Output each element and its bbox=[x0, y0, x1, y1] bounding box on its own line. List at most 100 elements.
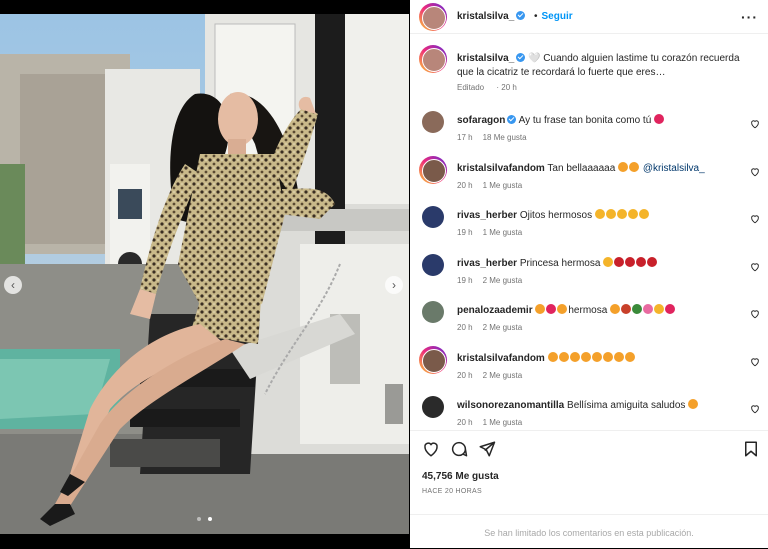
commenter-avatar[interactable] bbox=[422, 348, 446, 373]
emoji-icon bbox=[616, 209, 627, 219]
white-heart-icon: 🤍 bbox=[528, 53, 541, 64]
emoji-icon bbox=[629, 161, 640, 172]
emoji-icon bbox=[636, 256, 647, 267]
caption-username[interactable]: kristalsilva_ bbox=[457, 53, 514, 64]
verified-badge-icon bbox=[516, 11, 526, 20]
emoji-icon bbox=[624, 351, 635, 362]
carousel-dot bbox=[197, 517, 202, 521]
follow-button[interactable]: • Seguir bbox=[534, 11, 573, 22]
comment-time: 20 h bbox=[457, 370, 473, 380]
emoji-icon bbox=[603, 256, 614, 267]
emoji-icon bbox=[605, 209, 616, 219]
emoji-icon bbox=[602, 351, 613, 362]
caption-avatar[interactable] bbox=[422, 48, 446, 72]
commenter-username[interactable]: kristalsilvafandom bbox=[457, 163, 545, 174]
mention-link[interactable]: @kristalsilva_ bbox=[643, 163, 705, 174]
comment-body: Bellísima amiguita saludos bbox=[567, 400, 686, 411]
emoji-icon bbox=[591, 351, 602, 362]
emoji-icon bbox=[569, 351, 580, 362]
comment-item: kristalsilvafandom Tan bellaaaaaa @krist… bbox=[410, 155, 768, 204]
emoji-icon bbox=[632, 304, 643, 314]
commenter-username[interactable]: rivas_herber bbox=[457, 210, 517, 221]
emoji-icon bbox=[638, 209, 649, 219]
comment-heart-icon[interactable] bbox=[750, 167, 760, 177]
comment-heart-icon[interactable] bbox=[750, 262, 760, 272]
commenter-avatar[interactable] bbox=[422, 206, 444, 228]
comment-time: 17 h bbox=[457, 133, 473, 142]
comment-text: wilsonorezanomantilla Bellísima amiguita… bbox=[457, 399, 742, 412]
comment-heart-icon[interactable] bbox=[750, 214, 760, 224]
emoji-icon bbox=[654, 114, 665, 124]
emoji-icon bbox=[654, 304, 665, 314]
comment-likes[interactable]: 2 Me gusta bbox=[483, 323, 523, 332]
emoji-icon bbox=[610, 304, 621, 314]
heart-icon[interactable] bbox=[422, 440, 440, 458]
post-caption: kristalsilva_ 🤍 Cuando alguien lastime t… bbox=[410, 34, 768, 100]
comment-meta: 20 h 2 Me gusta bbox=[457, 371, 532, 380]
post-header: kristalsilva_ • Seguir ··· bbox=[410, 0, 768, 34]
commenter-avatar[interactable] bbox=[422, 158, 446, 183]
emoji-icon bbox=[643, 304, 654, 314]
commenter-username[interactable]: sofaragon bbox=[457, 115, 505, 126]
comment-meta: 19 h 2 Me gusta bbox=[457, 276, 532, 285]
emoji-icon bbox=[558, 351, 569, 362]
comment-time: 20 h bbox=[457, 418, 473, 427]
commenter-username[interactable]: penalozaademir bbox=[457, 305, 533, 316]
share-icon[interactable] bbox=[478, 440, 496, 458]
comment-likes[interactable]: 18 Me gusta bbox=[483, 133, 527, 142]
comment-text: rivas_herber Ojitos hermosos bbox=[457, 209, 742, 222]
post-side-panel: kristalsilva_ • Seguir ··· kristalsilva_ … bbox=[410, 0, 768, 548]
comment-text: penalozaademir hermosa bbox=[457, 304, 742, 317]
post-modal: ‹ › kristalsilva_ • Seguir ··· kristalsil… bbox=[0, 0, 768, 548]
author-username-text[interactable]: kristalsilva_ bbox=[457, 11, 514, 22]
likes-count[interactable]: 45,756 Me gusta bbox=[422, 471, 499, 482]
commenter-username[interactable]: rivas_herber bbox=[457, 258, 517, 269]
commenter-avatar[interactable] bbox=[422, 396, 444, 418]
verified-badge-icon bbox=[507, 115, 517, 124]
comment-heart-icon[interactable] bbox=[750, 119, 760, 129]
emoji-icon bbox=[621, 304, 632, 314]
author-avatar[interactable] bbox=[422, 6, 446, 30]
comment-heart-icon[interactable] bbox=[750, 309, 760, 319]
edited-label: Editado bbox=[457, 83, 485, 92]
chevron-right-icon[interactable]: › bbox=[385, 276, 403, 294]
commenter-avatar[interactable] bbox=[422, 301, 444, 323]
commenter-avatar[interactable] bbox=[422, 253, 444, 276]
comment-heart-icon[interactable] bbox=[750, 404, 760, 414]
caption-text: kristalsilva_ 🤍 Cuando alguien lastime t… bbox=[457, 52, 757, 80]
comment-meta: 20 h 1 Me gusta bbox=[457, 181, 532, 190]
commenter-username[interactable]: kristalsilvafandom bbox=[457, 353, 545, 364]
comment-likes[interactable]: 1 Me gusta bbox=[483, 228, 523, 237]
emoji-icon bbox=[613, 351, 624, 362]
emoji-icon bbox=[625, 256, 636, 267]
comment-text: kristalsilvafandom Tan bellaaaaaa @krist… bbox=[457, 161, 742, 175]
post-photo[interactable]: ‹ › bbox=[0, 14, 409, 534]
follow-label[interactable]: Seguir bbox=[542, 11, 573, 22]
comment-likes[interactable]: 1 Me gusta bbox=[483, 418, 523, 427]
verified-badge-icon bbox=[516, 53, 526, 62]
author-username[interactable]: kristalsilva_ bbox=[457, 11, 526, 22]
comment-text: kristalsilvafandom bbox=[457, 351, 742, 365]
emoji-icon bbox=[647, 256, 658, 267]
emoji-icon bbox=[665, 304, 676, 314]
chevron-left-icon[interactable]: ‹ bbox=[4, 276, 22, 294]
comment-body: Tan bellaaaaaa bbox=[547, 162, 616, 174]
comment-item: sofaragon Ay tu frase tan bonita como tú… bbox=[410, 109, 768, 156]
comment-heart-icon[interactable] bbox=[750, 357, 760, 367]
more-options-icon[interactable]: ··· bbox=[741, 9, 758, 25]
comment-meta: 20 h 1 Me gusta bbox=[457, 418, 532, 427]
carousel-dots bbox=[0, 508, 409, 526]
bookmark-icon[interactable] bbox=[742, 440, 760, 458]
comment-icon[interactable] bbox=[450, 440, 468, 458]
comment-item: penalozaademir hermosa 20 h 2 Me gusta bbox=[410, 299, 768, 346]
comment-likes[interactable]: 1 Me gusta bbox=[483, 181, 523, 190]
comment-likes[interactable]: 2 Me gusta bbox=[483, 276, 523, 285]
comments-scroll-area[interactable]: kristalsilva_ 🤍 Cuando alguien lastime t… bbox=[410, 34, 768, 431]
commenter-username[interactable]: wilsonorezanomantilla bbox=[457, 400, 564, 411]
comment-item: rivas_herber Ojitos hermosos 19 h 1 Me gu… bbox=[410, 204, 768, 251]
emoji-icon bbox=[614, 256, 625, 267]
caption-time: 20 h bbox=[501, 83, 517, 92]
comment-likes[interactable]: 2 Me gusta bbox=[483, 371, 523, 380]
photo-illustration bbox=[0, 14, 409, 534]
commenter-avatar[interactable] bbox=[422, 111, 444, 133]
